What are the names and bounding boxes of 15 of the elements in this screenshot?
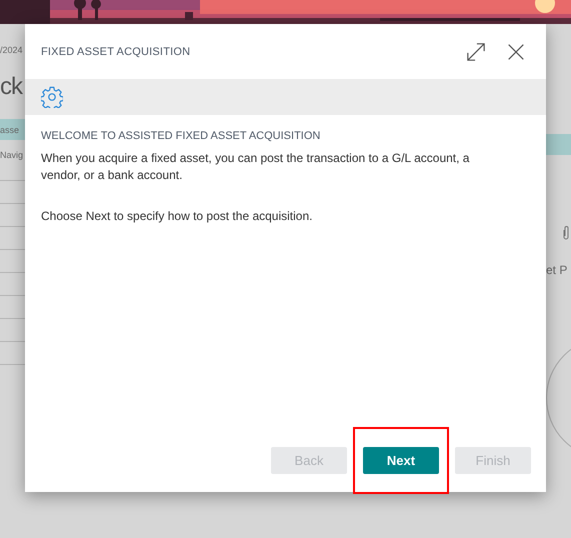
page-title-text: ck (0, 73, 24, 101)
instruction-text: When you acquire a fixed asset, you can post the transaction to a G/L account, a vendor, or a bank account. (41, 150, 470, 184)
wizard-heading: WELCOME TO ASSISTED FIXED ASSET ACQUISITION (41, 130, 322, 142)
dialog-title: FIXED ASSET ACQUISITION (41, 46, 192, 58)
paperclip-icon[interactable] (562, 225, 570, 241)
instruction-text: Choose Next to specify how to post the acquisition. (41, 208, 314, 225)
expand-icon[interactable] (466, 42, 486, 62)
date-text: /2024 (0, 45, 24, 55)
close-icon[interactable] (506, 42, 526, 62)
navigation-text: Navig (0, 150, 24, 160)
wizard-button[interactable]: Next (363, 446, 439, 474)
info-band (546, 134, 571, 155)
section-title-text: et P (546, 263, 568, 277)
settings-icon[interactable] (41, 86, 63, 108)
band-text: asse (0, 124, 20, 134)
